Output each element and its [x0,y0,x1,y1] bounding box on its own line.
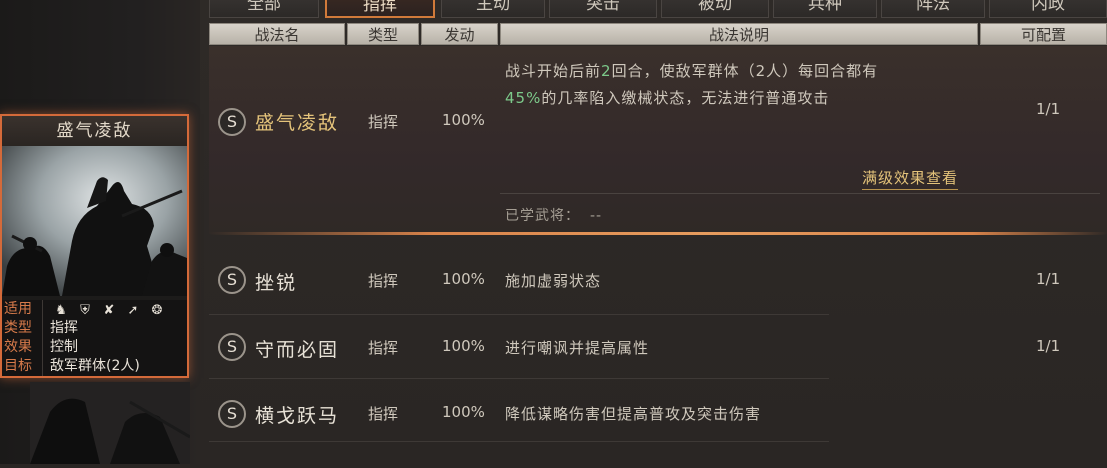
row-divider [209,378,829,379]
skill-type: 指挥 [368,272,399,290]
tab-troop[interactable]: 兵种 [773,0,877,18]
skill-card-artwork [2,146,187,296]
configurable-count: 1/1 [1036,270,1061,288]
type-value: 指挥 [50,320,78,336]
column-header-name[interactable]: 战法名 [209,23,345,45]
target-value: 敌军群体(2人) [50,358,140,374]
row-divider [209,314,829,315]
skill-trigger-rate: 100% [442,270,485,288]
skill-card-info: 适用 ♞ ⛨ ✘ ➚ ❂ 类型 指挥 效果 控制 目标 敌军群体(2人) [2,300,187,376]
skill-card-title: 盛气凌敌 [2,116,187,146]
skill-description-line2: 45%的几率陷入缴械状态，无法进行普通攻击 [505,89,830,107]
configurable-count: 1/1 [1036,100,1061,118]
bow-icon: ✘ [103,303,115,318]
skill-name: 盛气凌敌 [255,112,340,134]
tab-passive[interactable]: 被动 [661,0,769,18]
column-header-trigger[interactable]: 发动 [421,23,498,45]
skill-name[interactable]: 横戈跃马 [255,401,339,428]
skill-trigger-rate: 100% [442,111,485,129]
skill-type: 指挥 [368,339,399,357]
configurable-count: 1/1 [1036,337,1061,355]
tab-all[interactable]: 全部 [209,0,319,18]
highlight-value: 2 [601,62,612,80]
skill-card[interactable]: 盛气凌敌 适用 ♞ ⛨ ✘ ➚ ❂ 类型 指挥 效果 控制 目标 敌军群体(2人… [0,114,189,378]
type-label: 类型 [4,320,32,336]
row-divider [209,441,829,442]
skill-name[interactable]: 守而必固 [255,335,339,362]
selection-highlight-line [209,232,1107,235]
grade-s-badge: S [218,108,246,136]
skill-description: 降低谋略伤害但提高普攻及突击伤害 [505,405,762,423]
tab-active[interactable]: 主动 [441,0,545,18]
tab-formation[interactable]: 阵法 [881,0,985,18]
tab-assault[interactable]: 突击 [549,0,657,18]
tab-internal[interactable]: 内政 [989,0,1107,18]
divider [500,193,1100,194]
skill-description: 施加虚弱状态 [505,272,602,290]
skill-description-line1: 战斗开始后前2回合，使敌军群体（2人）每回合都有 [505,62,879,80]
skill-trigger-rate: 100% [442,403,485,421]
spear-icon: ➚ [127,303,139,318]
next-skill-card-artwork[interactable] [30,382,191,464]
grade-s-badge: S [218,266,246,294]
tab-command[interactable]: 指挥 [325,0,435,18]
fit-label: 适用 [4,301,32,317]
skill-type: 指挥 [368,113,399,131]
column-header-configurable[interactable]: 可配置 [980,23,1107,45]
skill-type: 指挥 [368,405,399,423]
grade-s-badge: S [218,400,246,428]
skill-description: 进行嘲讽并提高属性 [505,339,650,357]
effect-value: 控制 [50,339,78,355]
cavalry-icon: ♞ [55,303,67,318]
skill-trigger-rate: 100% [442,337,485,355]
wheel-icon: ❂ [151,303,163,318]
shield-icon: ⛨ [80,303,90,318]
grade-s-badge: S [218,333,246,361]
column-header-description: 战法说明 [500,23,978,45]
target-label: 目标 [4,358,32,374]
column-header-type[interactable]: 类型 [347,23,419,45]
skill-name[interactable]: 挫锐 [255,268,297,295]
max-level-effect-link[interactable]: 满级效果查看 [862,167,959,190]
highlight-value: 45% [505,89,542,107]
effect-label: 效果 [4,339,32,355]
learned-generals: 已学武将： -- [505,208,603,224]
